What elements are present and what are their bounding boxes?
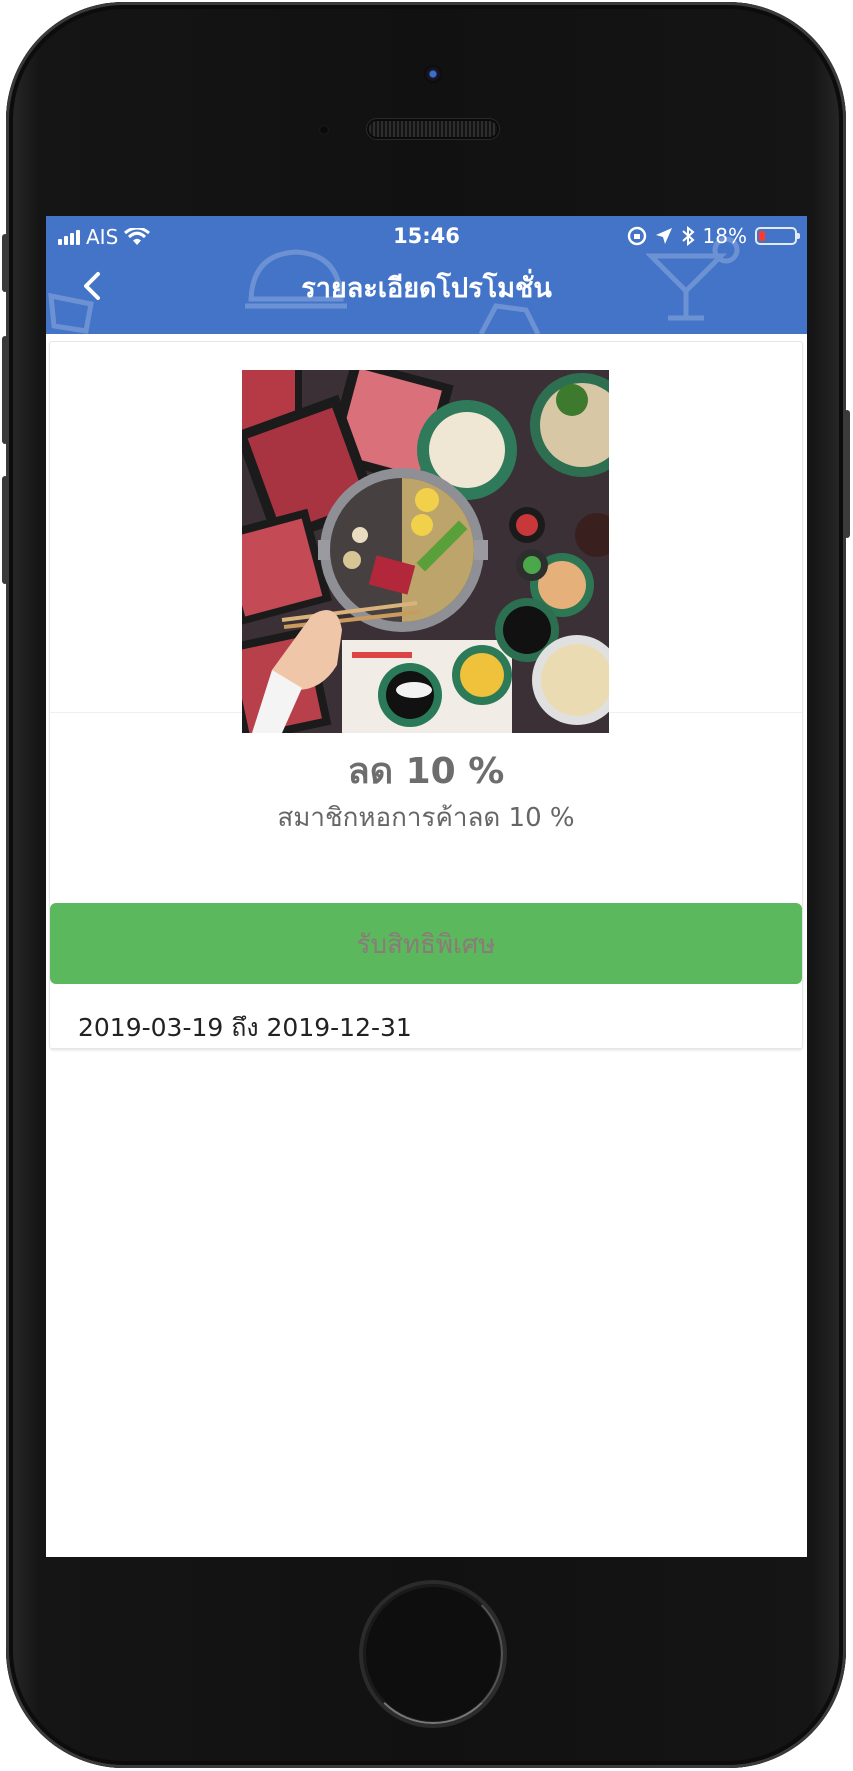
battery-fill bbox=[759, 231, 765, 241]
battery-percent: 18% bbox=[702, 224, 747, 248]
validity-period: 2019-03-19 ถึง 2019-12-31 bbox=[78, 1013, 412, 1042]
page-title: รายละเอียดโปรโมชั่น bbox=[301, 273, 552, 304]
bluetooth-icon bbox=[681, 226, 695, 246]
volume-up-button bbox=[2, 336, 8, 444]
promotion-subtitle: สมาชิกหอการค้าลด 10 % bbox=[277, 803, 575, 833]
promotion-card: ลด 10 % สมาชิกหอการค้าลด 10 % รับสิทธิพิ… bbox=[50, 342, 802, 1048]
mute-switch bbox=[2, 234, 8, 292]
home-button[interactable] bbox=[363, 1584, 503, 1724]
location-arrow-icon bbox=[655, 228, 672, 244]
shabu-food-photo-icon bbox=[242, 370, 609, 733]
front-camera bbox=[424, 65, 442, 83]
rotation-lock-icon bbox=[627, 226, 646, 246]
promotion-image bbox=[242, 370, 609, 733]
redeem-privilege-button[interactable]: รับสิทธิพิเศษ bbox=[50, 903, 802, 984]
volume-down-button bbox=[2, 476, 8, 584]
battery-icon bbox=[755, 227, 800, 245]
status-bar: AIS 15:46 18% bbox=[46, 216, 807, 256]
proximity-sensor bbox=[319, 125, 329, 135]
screen: รายละเอียดโปรโมชั่น AIS 15:46 18% ลด 10 … bbox=[46, 216, 807, 1557]
promotion-title: ลด 10 % bbox=[347, 751, 505, 792]
earpiece-speaker bbox=[369, 121, 497, 137]
power-button bbox=[844, 410, 850, 538]
